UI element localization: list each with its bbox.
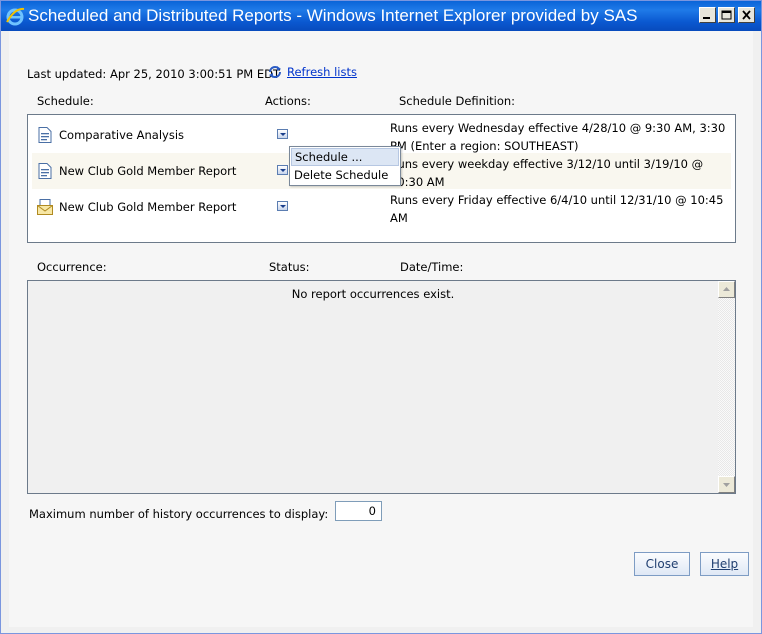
schedule-name: New Club Gold Member Report — [59, 164, 237, 178]
schedule-definition: Runs every weekday effective 3/12/10 unt… — [390, 157, 704, 189]
schedule-column-header: Schedule: — [37, 94, 94, 108]
last-updated: Last updated: Apr 25, 2010 3:00:51 PM ED… — [27, 67, 280, 81]
datetime-column-header: Date/Time: — [400, 260, 464, 274]
schedule-name: New Club Gold Member Report — [59, 200, 237, 214]
refresh-lists-link[interactable]: Refresh lists — [267, 65, 357, 79]
arrow-down-icon — [723, 483, 730, 487]
email-report-icon — [37, 199, 53, 215]
scroll-down-button[interactable] — [718, 476, 735, 493]
vertical-scrollbar[interactable] — [718, 281, 735, 493]
menu-item-delete-schedule[interactable]: Delete Schedule — [291, 166, 399, 184]
scroll-up-button[interactable] — [718, 281, 735, 298]
report-icon — [38, 127, 52, 143]
max-history-label: Maximum number of history occurrences to… — [29, 507, 329, 521]
actions-context-menu: Schedule ... Delete Schedule — [289, 146, 401, 186]
maximize-icon — [721, 10, 732, 20]
actions-column-header: Actions: — [265, 94, 311, 108]
empty-occurrences-message: No report occurrences exist. — [291, 287, 455, 301]
actions-dropdown-button[interactable] — [277, 129, 288, 139]
schedule-definition-column-header: Schedule Definition: — [399, 94, 516, 108]
close-button[interactable]: Close — [634, 552, 690, 576]
help-button[interactable]: Help — [700, 552, 749, 576]
last-updated-label: Last updated: — [27, 67, 107, 81]
close-window-button[interactable] — [738, 7, 755, 23]
browser-window: Scheduled and Distributed Reports - Wind… — [0, 0, 762, 634]
maximize-button[interactable] — [718, 7, 735, 23]
actions-dropdown-button[interactable] — [277, 165, 288, 175]
actions-dropdown-button[interactable] — [277, 201, 288, 211]
occurrence-list: No report occurrences exist. — [27, 280, 736, 494]
occurrence-column-header: Occurrence: — [37, 260, 107, 274]
arrow-up-icon — [723, 287, 730, 291]
window-title: Scheduled and Distributed Reports - Wind… — [28, 6, 638, 25]
title-bar[interactable]: Scheduled and Distributed Reports - Wind… — [1, 1, 761, 31]
schedule-name: Comparative Analysis — [59, 128, 185, 142]
menu-item-schedule[interactable]: Schedule ... — [291, 148, 399, 166]
minimize-icon — [703, 17, 710, 19]
refresh-icon — [269, 66, 281, 78]
schedule-row[interactable]: New Club Gold Member Report Runs every F… — [32, 189, 731, 225]
dialog-content: Last updated: Apr 25, 2010 3:00:51 PM ED… — [9, 31, 753, 627]
internet-explorer-icon — [6, 7, 25, 26]
status-column-header: Status: — [269, 260, 310, 274]
last-updated-value: Apr 25, 2010 3:00:51 PM EDT — [109, 67, 281, 81]
minimize-button[interactable] — [699, 7, 716, 23]
refresh-lists-label[interactable]: Refresh lists — [287, 65, 357, 79]
close-icon — [742, 10, 751, 20]
max-history-input[interactable] — [335, 501, 382, 521]
schedule-definition: Runs every Wednesday effective 4/28/10 @… — [390, 121, 726, 153]
schedule-definition: Runs every Friday effective 6/4/10 until… — [390, 193, 724, 225]
report-icon — [38, 163, 52, 179]
